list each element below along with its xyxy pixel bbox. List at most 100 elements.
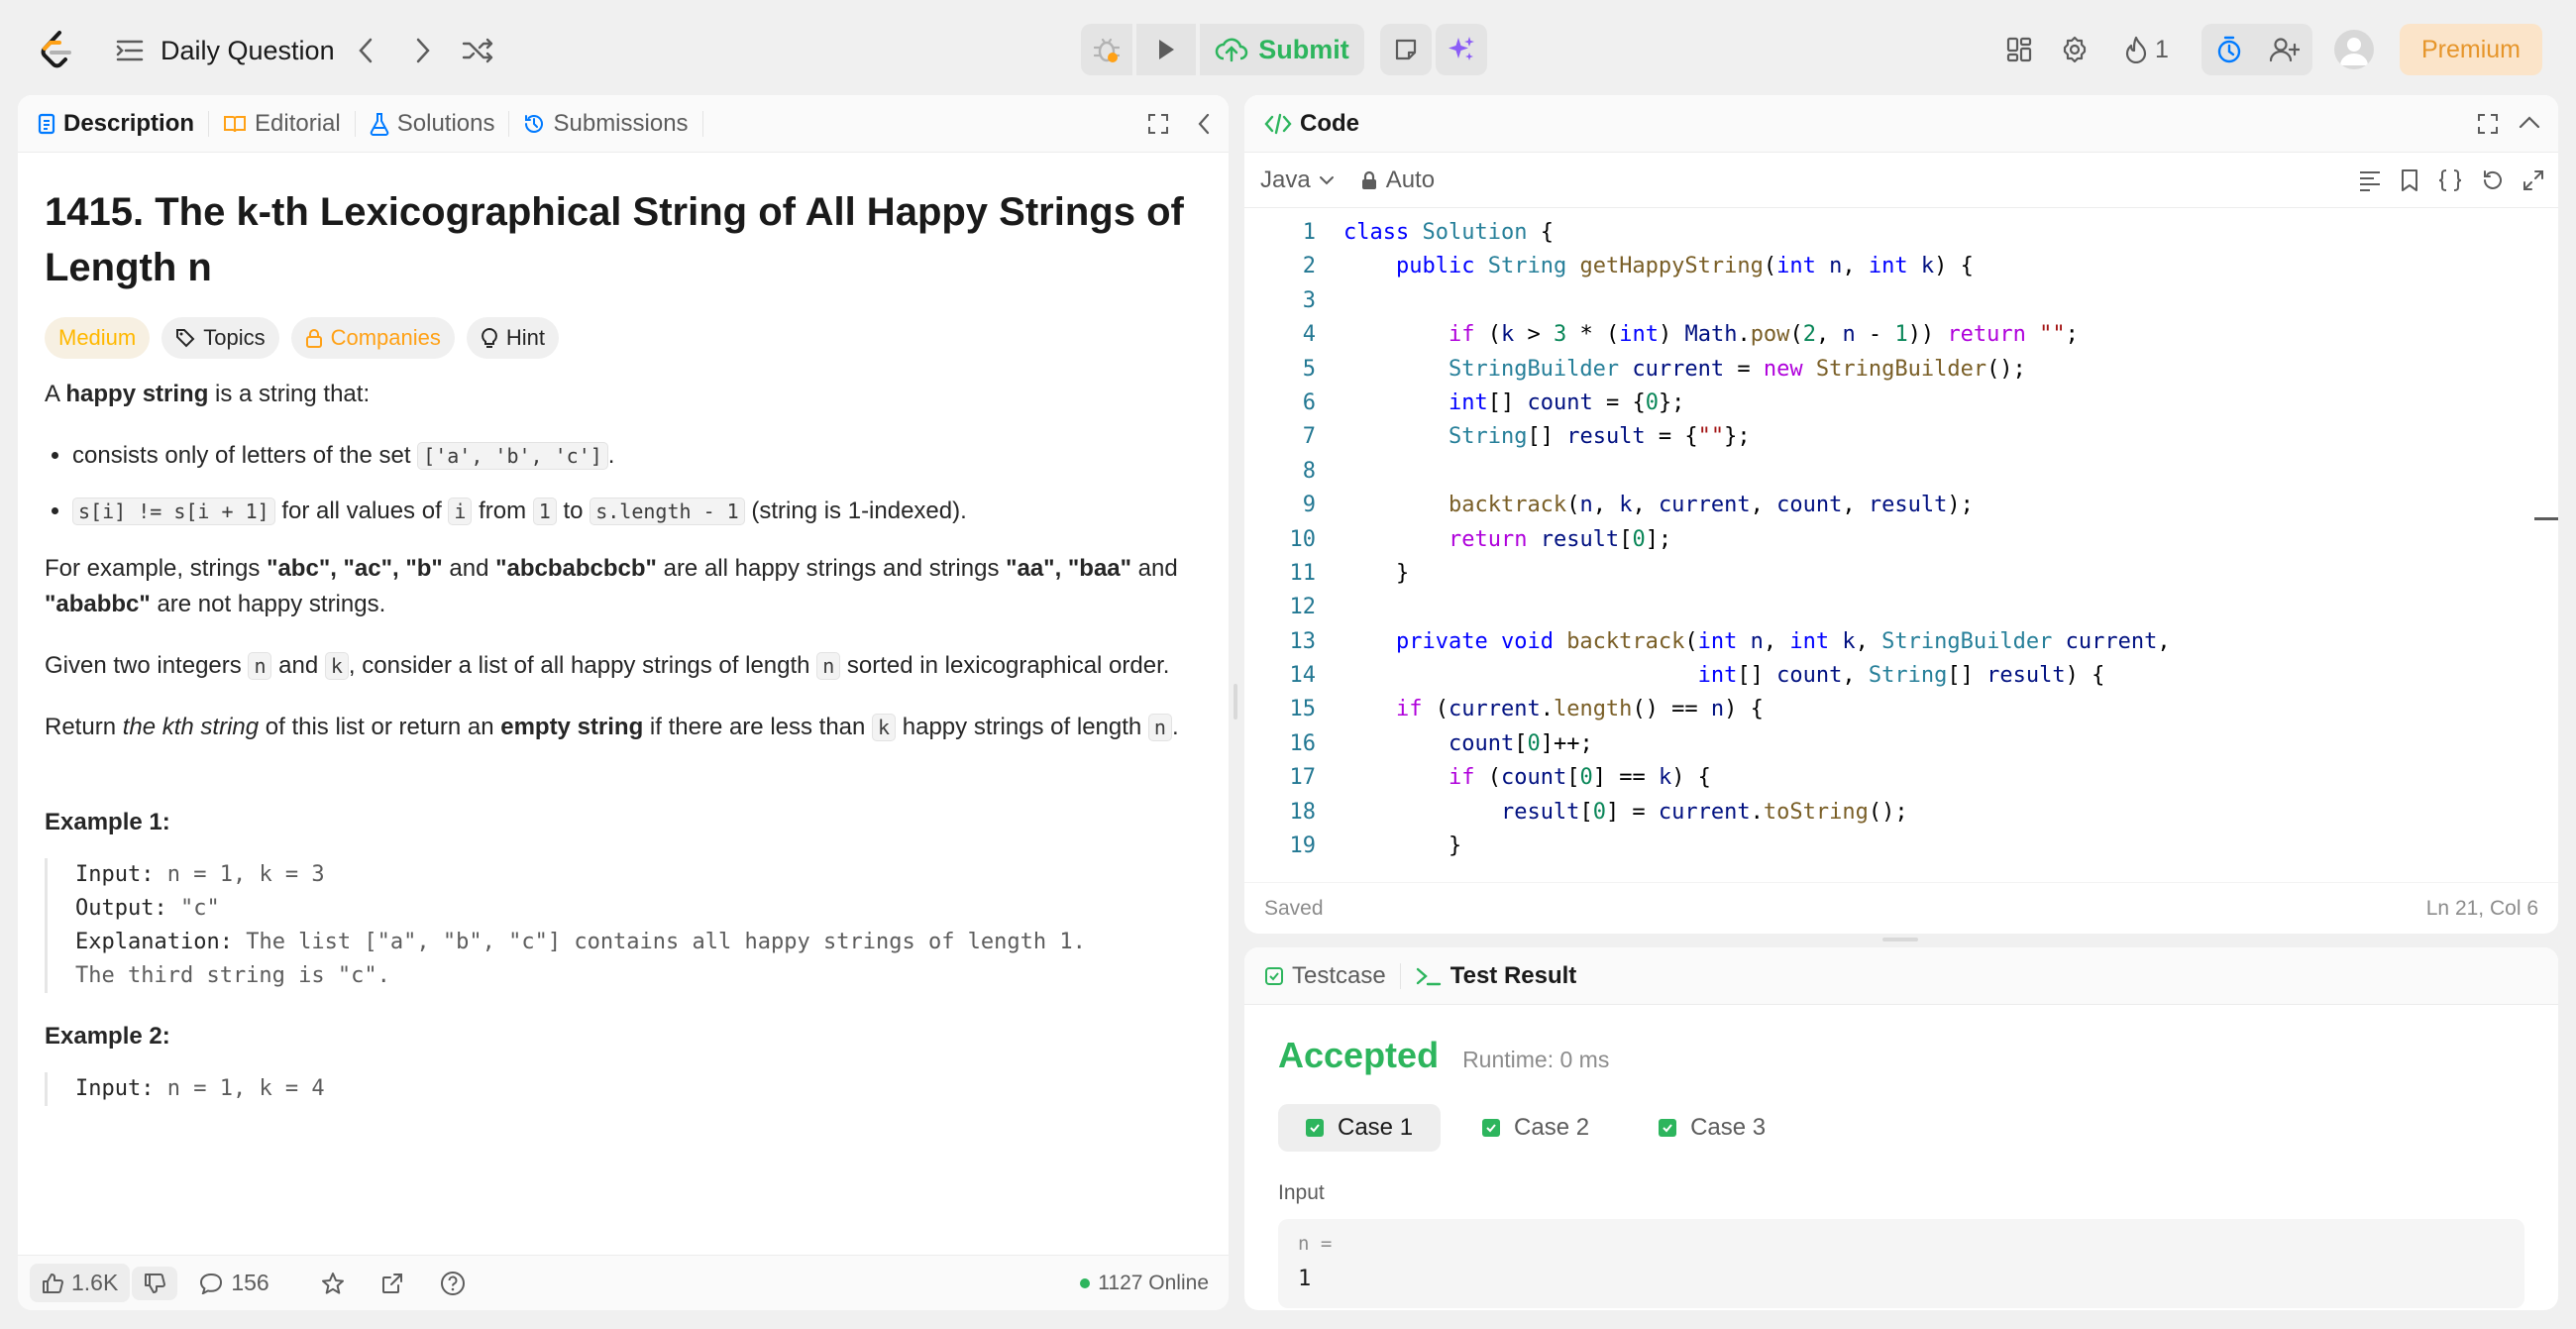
problem-description: 1415. The k-th Lexicographical String of…	[45, 184, 1204, 1106]
code-line: 6 int[] count = {0};	[1302, 389, 1685, 415]
intro-paragraph: A happy string is a string that:	[45, 377, 1204, 412]
prev-question-button[interactable]	[349, 34, 382, 67]
hint-chip[interactable]: Hint	[466, 317, 560, 359]
horizontal-resize-handle[interactable]	[1882, 938, 1918, 941]
reset-icon[interactable]	[2481, 168, 2505, 192]
editor-status-bar: Saved Ln 21, Col 6	[1244, 882, 2558, 934]
leetcode-logo[interactable]	[36, 30, 77, 71]
problem-list-icon[interactable]	[115, 38, 145, 63]
next-question-button[interactable]	[406, 34, 440, 67]
bold-text: "abcbabcbcb"	[495, 555, 657, 582]
avatar[interactable]	[2334, 30, 2374, 69]
tab-editorial[interactable]: Editorial	[223, 110, 356, 137]
code-tabbar: Code	[1244, 95, 2558, 153]
add-user-icon[interactable]	[2257, 24, 2312, 75]
text: and	[442, 555, 496, 582]
tab-submissions[interactable]: Submissions	[523, 110, 703, 137]
code-line: 19 }	[1289, 833, 1462, 859]
case-tab-2[interactable]: Case 2	[1454, 1104, 1617, 1152]
collapse-icon[interactable]	[1197, 113, 1211, 140]
streak-count: 1	[2155, 35, 2169, 63]
debug-button[interactable]	[1081, 24, 1132, 75]
online-dot	[1080, 1277, 1091, 1288]
auto-mode-toggle[interactable]: Auto	[1360, 166, 1435, 194]
inline-code: s.length - 1	[590, 498, 745, 525]
text: For example, strings	[45, 555, 268, 582]
text: from	[472, 498, 533, 524]
inline-code: 1	[532, 498, 557, 525]
text: Return	[45, 714, 123, 740]
online-label: 1127 Online	[1098, 1271, 1209, 1294]
inline-code: k	[324, 652, 349, 680]
thumbs-down-icon	[145, 1273, 166, 1293]
chevron-up-icon[interactable]	[2519, 115, 2540, 134]
star-icon[interactable]	[321, 1272, 345, 1295]
code-icon	[1264, 113, 1292, 134]
result-tabbar: Testcase Test Result	[1244, 947, 2558, 1005]
timer-icon[interactable]	[2201, 24, 2257, 75]
daily-question-link[interactable]: Daily Question	[161, 33, 335, 68]
share-icon[interactable]	[380, 1272, 404, 1295]
notes-icon[interactable]	[1380, 24, 1432, 75]
format-icon[interactable]	[2358, 169, 2382, 191]
top-navigation-bar: Daily Question Submit 1 Premium	[0, 0, 2576, 99]
saved-status: Saved	[1264, 896, 1324, 920]
inline-code: n	[248, 652, 272, 680]
bookmark-icon[interactable]	[2400, 168, 2419, 192]
check-icon	[1306, 1119, 1324, 1137]
shuffle-icon[interactable]	[458, 34, 497, 67]
problem-title[interactable]: 1415. The k-th Lexicographical String of…	[45, 184, 1204, 295]
help-icon[interactable]	[440, 1271, 466, 1296]
text: , consider a list of all happy strings o…	[348, 652, 817, 679]
tab-test-result[interactable]: Test Result	[1415, 962, 1591, 989]
code-line: 2 public String getHappyString(int n, in…	[1302, 254, 1974, 279]
maximize-icon[interactable]	[1147, 113, 1169, 140]
tab-description[interactable]: Description	[38, 110, 210, 137]
layout-icon[interactable]	[1991, 24, 2047, 75]
streak-counter[interactable]: 1	[2102, 24, 2192, 75]
like-button[interactable]: 1.6K	[30, 1264, 131, 1302]
topics-chip[interactable]: Topics	[161, 317, 279, 359]
companies-label: Companies	[330, 325, 441, 350]
bold-text: "aa", "baa"	[1006, 555, 1132, 582]
expand-icon[interactable]	[2522, 169, 2544, 191]
vertical-resize-handle[interactable]	[1234, 684, 1237, 720]
input-variable-value: 1	[1298, 1267, 1312, 1291]
code-line: 12	[1289, 595, 1317, 620]
flask-icon	[370, 112, 388, 136]
bold-text: "ababbc"	[45, 591, 151, 617]
book-icon	[224, 115, 247, 132]
case-tab-3[interactable]: Case 3	[1631, 1104, 1793, 1152]
code-line: 17 if (count[0] == k) {	[1289, 765, 1711, 791]
tab-solutions[interactable]: Solutions	[370, 110, 510, 137]
tab-code[interactable]: Code	[1264, 110, 1373, 137]
input-variable-name: n =	[1298, 1233, 1333, 1255]
premium-button[interactable]: Premium	[2400, 24, 2543, 75]
terminal-icon	[1416, 967, 1441, 985]
comments-button[interactable]: 156	[199, 1270, 269, 1296]
braces-icon[interactable]	[2437, 168, 2463, 192]
gear-icon[interactable]	[2047, 24, 2102, 75]
submit-button[interactable]: Submit	[1200, 24, 1364, 75]
example-2-block: Input: n = 1, k = 4	[45, 1072, 1204, 1106]
run-button[interactable]	[1136, 24, 1196, 75]
value: n = 1, k = 4	[154, 1076, 325, 1101]
mode-label: Auto	[1385, 166, 1436, 193]
lock-icon	[1361, 170, 1376, 189]
companies-chip[interactable]: Companies	[290, 317, 455, 359]
example-2-title: Example 2:	[45, 1023, 170, 1050]
ai-sparkle-icon[interactable]	[1436, 24, 1487, 75]
bold-text: "abc", "ac", "b"	[267, 555, 443, 582]
text: .	[1171, 714, 1179, 740]
code-line: 7 String[] result = {""};	[1302, 424, 1751, 450]
tab-testcase[interactable]: Testcase	[1264, 962, 1401, 989]
case-tab-1[interactable]: Case 1	[1278, 1104, 1442, 1152]
inline-code: ['a', 'b', 'c']	[417, 442, 608, 470]
example-strings-paragraph: For example, strings "abc", "ac", "b" an…	[45, 551, 1204, 622]
language-select[interactable]: Java	[1260, 166, 1335, 194]
code-editor[interactable]: 1 class Solution { 2 public String getHap…	[1244, 216, 2532, 862]
value: The list ["a", "b", "c"] contains all ha…	[232, 930, 1086, 954]
maximize-icon[interactable]	[2477, 113, 2499, 140]
text: Given two integers	[45, 652, 249, 679]
dislike-button[interactable]	[132, 1266, 178, 1300]
